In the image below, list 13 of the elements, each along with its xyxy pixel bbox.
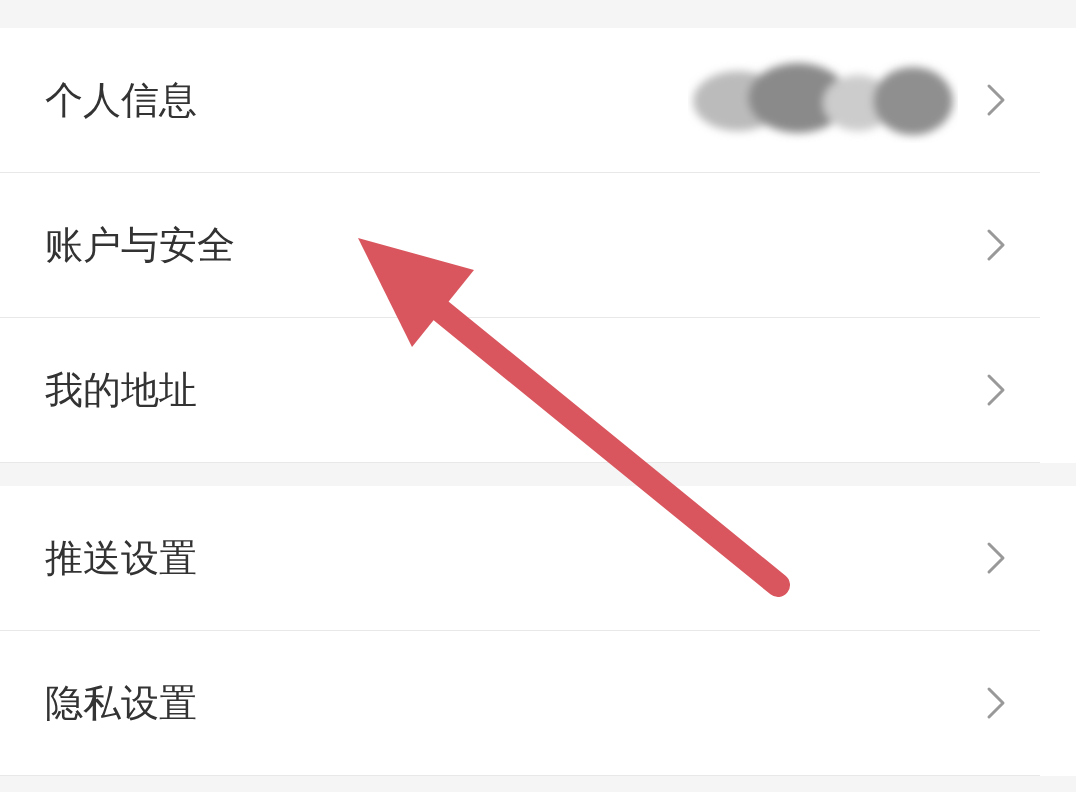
settings-row[interactable]: 推送设置 <box>0 486 1040 631</box>
row-label: 个人信息 <box>45 76 198 124</box>
chevron-right-icon <box>986 228 1006 262</box>
chevron-right-icon <box>986 541 1006 575</box>
row-label: 账户与安全 <box>45 221 236 269</box>
row-label: 推送设置 <box>45 534 198 582</box>
row-label: 我的地址 <box>45 366 198 414</box>
settings-row[interactable]: 个人信息 <box>0 28 1040 173</box>
settings-row[interactable]: 隐私设置 <box>0 631 1040 776</box>
chevron-right-icon <box>986 373 1006 407</box>
chevron-right-icon <box>986 83 1006 117</box>
row-label: 隐私设置 <box>45 679 198 727</box>
chevron-right-icon <box>986 686 1006 720</box>
